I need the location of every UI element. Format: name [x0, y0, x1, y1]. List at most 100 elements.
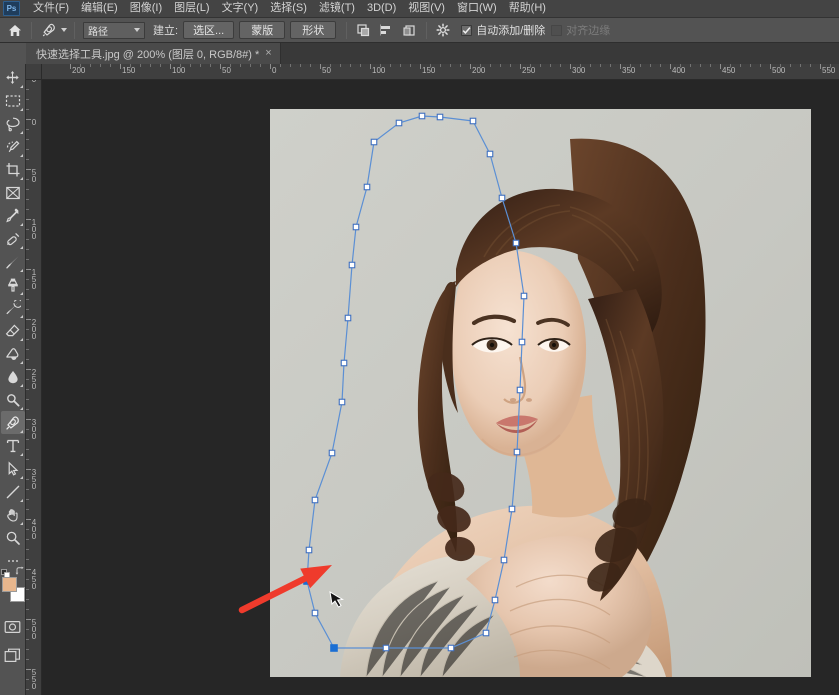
flyout-indicator	[20, 314, 23, 318]
path-mode-select[interactable]: 路径	[83, 21, 145, 39]
ruler-minor-tick	[830, 64, 831, 67]
photoshop-logo-icon: Ps	[3, 1, 20, 16]
menu-edit[interactable]: 编辑(E)	[75, 0, 124, 17]
canvas-area[interactable]	[42, 80, 839, 695]
history-brush-tool[interactable]	[1, 296, 25, 319]
flyout-indicator	[20, 406, 23, 410]
ruler-minor-tick	[480, 64, 481, 67]
move-tool[interactable]	[1, 66, 25, 89]
document-tab[interactable]: 快速选择工具.jpg @ 200% (图层 0, RGB/8#) * ×	[26, 43, 281, 64]
options-bar: 路径 建立: 选区... 蒙版 形状 自动添加/删除 对齐边缘	[0, 18, 839, 43]
vertical-ruler[interactable]: 50050100150200250300350400450500550	[26, 80, 42, 695]
menu-3d[interactable]: 3D(D)	[361, 0, 402, 17]
gear-icon[interactable]	[432, 20, 454, 40]
ruler-minor-tick	[510, 64, 511, 67]
align-edges-label: 对齐边缘	[566, 25, 611, 37]
ruler-tick-h: 500	[770, 64, 785, 79]
menu-layer[interactable]: 图层(L)	[168, 0, 215, 17]
brush-tool[interactable]	[1, 250, 25, 273]
flyout-indicator	[20, 84, 23, 88]
horizontal-ruler[interactable]: 200 150 100 50 0 50 100 150 200 250 300 350 400 450 50…	[42, 64, 839, 80]
ruler-minor-tick	[26, 189, 29, 190]
flyout-indicator	[20, 222, 23, 226]
home-icon[interactable]	[4, 20, 26, 41]
ruler-tick-v: 50	[26, 80, 41, 84]
quick-mask-button[interactable]	[1, 615, 25, 638]
eraser-tool[interactable]	[1, 319, 25, 342]
ruler-minor-tick	[650, 64, 651, 67]
crop-tool[interactable]	[1, 158, 25, 181]
menu-image[interactable]: 图像(I)	[124, 0, 168, 17]
menu-view[interactable]: 视图(V)	[402, 0, 451, 17]
path-arrangement-icon[interactable]	[398, 20, 420, 40]
ruler-minor-tick	[26, 389, 29, 390]
foreground-color-swatch[interactable]	[1, 577, 17, 592]
auto-add-delete-checkbox[interactable]	[461, 24, 473, 36]
type-tool[interactable]	[1, 434, 25, 457]
ruler-tick-v: 50	[26, 169, 41, 184]
path-selection-tool[interactable]	[1, 457, 25, 480]
ruler-tick-h: 450	[720, 64, 735, 79]
ruler-minor-tick	[410, 64, 411, 67]
menu-filter[interactable]: 滤镜(T)	[313, 0, 361, 17]
ruler-minor-tick	[80, 64, 81, 67]
options-divider-4	[426, 21, 428, 39]
ruler-minor-tick	[810, 64, 811, 67]
eyedropper-tool[interactable]	[1, 204, 25, 227]
path-alignment-icon[interactable]	[375, 20, 397, 40]
ruler-corner[interactable]	[26, 64, 42, 80]
ruler-minor-tick	[26, 679, 29, 680]
ruler-tick-h: 400	[670, 64, 685, 79]
ruler-minor-tick	[160, 64, 161, 67]
menu-select[interactable]: 选择(S)	[264, 0, 313, 17]
frame-tool[interactable]	[1, 181, 25, 204]
ruler-minor-tick	[26, 339, 29, 340]
ruler-minor-tick	[150, 64, 151, 67]
make-selection-button[interactable]: 选区...	[183, 21, 235, 39]
lasso-tool[interactable]	[1, 112, 25, 135]
ruler-minor-tick	[350, 64, 351, 67]
tool-preset-picker[interactable]	[37, 20, 69, 40]
quick-selection-tool[interactable]	[1, 135, 25, 158]
line-shape-tool[interactable]	[1, 480, 25, 503]
menu-type[interactable]: 文字(Y)	[216, 0, 265, 17]
path-operations-icon[interactable]	[352, 20, 374, 40]
zoom-tool[interactable]	[1, 526, 25, 549]
gradient-tool[interactable]	[1, 342, 25, 365]
path-mode-value: 路径	[88, 26, 108, 38]
menu-help[interactable]: 帮助(H)	[503, 0, 552, 17]
ruler-minor-tick	[330, 64, 331, 67]
ruler-minor-tick	[26, 209, 29, 210]
clone-stamp-tool[interactable]	[1, 273, 25, 296]
make-mask-button[interactable]: 蒙版	[239, 21, 286, 39]
ruler-minor-tick	[530, 64, 531, 67]
ruler-minor-tick	[26, 379, 29, 380]
pen-tool[interactable]	[0, 411, 25, 434]
blur-tool[interactable]	[1, 365, 25, 388]
close-icon[interactable]: ×	[265, 48, 271, 59]
document-artboard[interactable]	[270, 109, 811, 677]
dodge-tool[interactable]	[1, 388, 25, 411]
make-shape-button[interactable]: 形状	[290, 21, 337, 39]
ruler-minor-tick	[310, 64, 311, 67]
default-colors-icon[interactable]	[0, 565, 10, 578]
ruler-minor-tick	[26, 589, 29, 590]
ruler-minor-tick	[590, 64, 591, 67]
ruler-minor-tick	[200, 64, 201, 67]
rectangular-marquee-tool[interactable]	[1, 89, 25, 112]
ruler-minor-tick	[700, 64, 701, 67]
ruler-minor-tick	[730, 64, 731, 67]
toolbar-top-rail	[0, 43, 26, 64]
menu-window[interactable]: 窗口(W)	[451, 0, 503, 17]
screen-mode-button[interactable]	[1, 644, 25, 667]
ruler-minor-tick	[26, 429, 29, 430]
ruler-minor-tick	[26, 529, 29, 530]
healing-brush-tool[interactable]	[1, 227, 25, 250]
chevron-down-icon[interactable]	[61, 28, 67, 32]
flyout-indicator	[20, 475, 23, 479]
menu-file[interactable]: 文件(F)	[27, 0, 75, 17]
ruler-minor-tick	[26, 599, 29, 600]
ruler-minor-tick	[26, 239, 29, 240]
ruler-minor-tick	[26, 639, 29, 640]
hand-tool[interactable]	[1, 503, 25, 526]
